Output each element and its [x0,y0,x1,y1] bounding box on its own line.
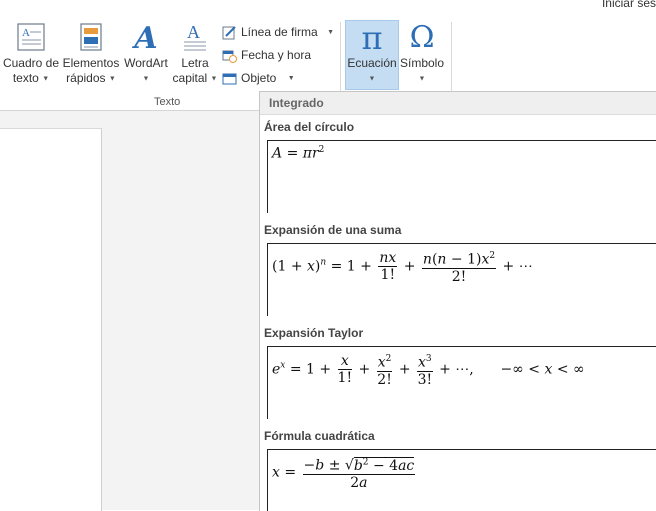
date-time-button[interactable]: Fecha y hora [222,46,311,64]
formula-sum-expansion: (1 + x)n = 1 + nx 1! + n(n − 1)x2 2! + ⋯ [272,249,533,285]
drop-cap-label-2: capital [172,71,208,85]
chevron-down-icon: ▼ [418,75,426,83]
section-title: Área del círculo [264,120,355,134]
equation-button-content[interactable]: π Ecuación ▼ [345,22,399,86]
object-button[interactable]: Objeto ▼ [222,69,295,87]
drop-cap-label-1: Letra [181,56,209,70]
textbox-button[interactable]: A Cuadro de texto ▼ [2,22,60,86]
drop-cap-button[interactable]: A Letra capital ▼ [171,22,219,86]
chevron-down-icon: ▼ [42,75,50,83]
sign-in-link[interactable]: Iniciar ses [602,0,656,10]
date-time-label: Fecha y hora [241,48,312,62]
drop-cap-icon: A [184,22,206,51]
equation-item-sum-expansion[interactable]: (1 + x)n = 1 + nx 1! + n(n − 1)x2 2! + ⋯ [267,243,656,316]
omega-icon: Ω [409,20,435,55]
symbol-label: Símbolo [399,56,445,70]
group-label-text: Texto [154,96,181,108]
section-title: Expansión Taylor [264,326,364,340]
wordart-button[interactable]: A WordArt ▼ [121,22,171,86]
formula-taylor: ex = 1 + x 1! + x2 2! + x3 3! + ⋯, −∞ < x <… [272,352,585,388]
equation-label: Ecuación [347,56,397,70]
svg-text:A: A [22,27,30,39]
equation-gallery: Integrado Área del círculo A = πr2 Expan… [259,91,656,511]
section-title: Fórmula cuadrática [264,429,375,443]
textbox-label-2: texto [12,71,39,85]
title-bar: Iniciar ses [0,0,656,19]
quick-parts-label-1: Elementos [62,56,120,70]
chevron-down-icon: ▼ [108,75,116,83]
quick-parts-button[interactable]: Elementos rápidos ▼ [62,22,120,86]
object-window-icon [222,72,237,86]
formula-area-circle: A = πr2 [272,145,325,162]
gallery-header: Integrado [260,92,656,115]
svg-text:A: A [187,22,200,42]
chevron-down-icon: ▼ [142,75,150,83]
chevron-down-icon: ▼ [368,75,376,83]
chevron-down-icon: ▼ [287,74,295,82]
pi-icon: π [361,19,383,57]
chevron-down-icon: ▼ [327,28,334,36]
quick-parts-label-2: rápidos [66,71,106,85]
equation-item-area-circle[interactable]: A = πr2 [267,140,656,213]
equation-item-taylor[interactable]: ex = 1 + x 1! + x2 2! + x3 3! + ⋯, −∞ < x <… [267,346,656,419]
equation-item-quadratic[interactable]: x = −b ± √b2 − 4ac 2a [267,449,656,511]
symbol-button[interactable]: Ω Símbolo ▼ [398,22,446,86]
textbox-label-1: Cuadro de [2,56,60,70]
wordart-label: WordArt [124,56,168,70]
signature-line-label: Línea de firma [241,25,318,39]
chevron-down-icon: ▼ [210,75,218,83]
textbox-icon: A [17,23,45,51]
wordart-icon: A [134,21,158,56]
formula-quadratic: x = −b ± √b2 − 4ac 2a [272,454,417,491]
object-label: Objeto [241,71,277,85]
document-page[interactable] [0,128,102,511]
signature-pen-icon [222,26,237,40]
section-title: Expansión de una suma [264,223,402,237]
signature-line-button[interactable]: Línea de firma ▼ [222,23,334,41]
quick-parts-icon [80,23,102,51]
calendar-clock-icon [222,49,237,63]
